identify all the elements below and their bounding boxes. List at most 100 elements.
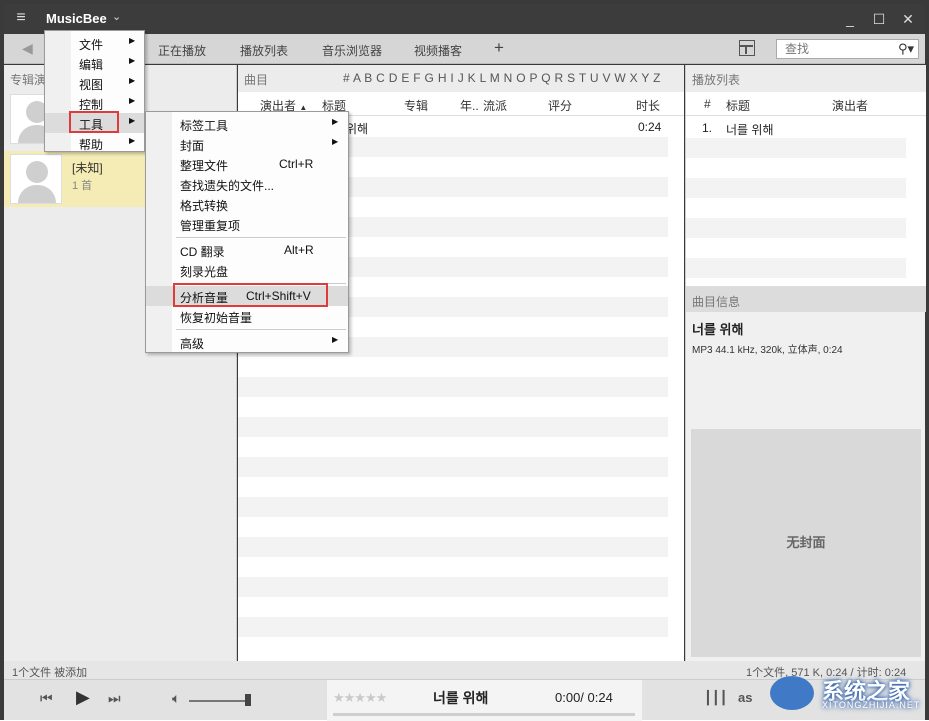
col-artist[interactable]: 演出者 <box>832 97 868 114</box>
menu-item-cover[interactable]: 封面 ▶ <box>146 134 348 154</box>
lastfm-icon[interactable]: as <box>738 690 752 705</box>
search-icon[interactable]: ⚲▾ <box>898 41 914 57</box>
col-title[interactable]: 标题 <box>726 97 750 114</box>
submenu-arrow-icon: ▶ <box>129 96 136 105</box>
col-album[interactable]: 专辑 <box>404 97 428 114</box>
menu-item-label: 格式转换 <box>180 199 229 213</box>
artist-panel-header: 专辑演 <box>10 73 47 87</box>
watermark-subtext: XITONGZHIJIA.NET <box>822 700 921 710</box>
playlist-header: 播放列表 <box>686 65 926 92</box>
row-stripe <box>238 497 668 517</box>
previous-icon[interactable]: ⏮ <box>40 690 53 707</box>
menu-item-label: 编辑 <box>79 58 104 72</box>
col-genre[interactable]: 流派 <box>483 97 507 114</box>
submenu-arrow-icon: ▶ <box>129 56 136 65</box>
submenu-arrow-icon: ▶ <box>129 76 136 85</box>
layout-icon[interactable] <box>739 40 755 56</box>
play-icon[interactable]: ▶ <box>76 687 90 708</box>
menu-item-view[interactable]: 视图 ▶ <box>45 73 144 93</box>
search-input[interactable] <box>777 40 887 58</box>
list-item[interactable]: 1. 너를 위해 <box>686 118 906 138</box>
highlight-box <box>173 283 328 307</box>
menu-item-label: 刻录光盘 <box>180 265 229 279</box>
playlist-panel: 播放列表 # 标题 演出者 1. 너를 위해 曲目信息 너를 위해 MP3 44… <box>685 65 926 661</box>
menu-item-cd-rip[interactable]: CD 翻录 Alt+R <box>146 240 348 260</box>
app-name-button[interactable]: MusicBee <box>46 11 107 26</box>
track-info-song: 너를 위해 <box>692 322 744 337</box>
tab-now-playing[interactable]: 正在播放 <box>158 42 206 59</box>
next-icon[interactable]: ⏭ <box>108 690 121 707</box>
menu-item-tag-tools[interactable]: 标签工具 ▶ <box>146 114 348 134</box>
menu-item-label: 文件 <box>79 38 104 52</box>
row-stripe <box>686 138 906 158</box>
equalizer-icon[interactable]: ┃┃┃ <box>704 690 727 706</box>
menu-item-organize-files[interactable]: 整理文件 Ctrl+R <box>146 154 348 174</box>
track-info-header: 曲目信息 <box>686 286 926 312</box>
menu-item-label: 封面 <box>180 139 205 153</box>
menu-item-manage-duplicates[interactable]: 管理重复项 <box>146 214 348 234</box>
col-number[interactable]: # <box>704 97 711 111</box>
now-playing-title: 너를 위해 <box>433 690 489 706</box>
add-tab-icon[interactable]: + <box>494 38 504 58</box>
menu-item-shortcut: Ctrl+R <box>279 157 314 171</box>
highlight-box <box>69 111 119 133</box>
menu-item-advanced[interactable]: 高级 ▶ <box>146 332 348 352</box>
col-duration[interactable]: 时长 <box>636 97 660 114</box>
menu-item-file[interactable]: 文件 ▶ <box>45 33 144 53</box>
track-info-title: 曲目信息 <box>692 295 741 309</box>
volume-icon[interactable]: 🔈︎ <box>172 690 180 707</box>
track-info-meta: MP3 44.1 kHz, 320k, 立体声, 0:24 <box>692 345 843 356</box>
menu-item-help[interactable]: 帮助 ▶ <box>45 133 144 153</box>
col-year[interactable]: 年.. <box>460 97 479 114</box>
menu-separator <box>176 237 346 238</box>
maximize-button[interactable]: ☐ <box>869 10 889 28</box>
watermark-house-icon <box>770 676 814 710</box>
row-stripe <box>238 577 668 597</box>
row-stripe <box>238 457 668 477</box>
menu-item-restore-volume[interactable]: 恢复初始音量 <box>146 306 348 326</box>
now-playing-box: ★★★★★ 너를 위해 0:00/ 0:24 <box>327 680 642 721</box>
artist-track-count: 1 首 <box>72 180 93 192</box>
search-box[interactable]: ⚲▾ <box>776 39 919 59</box>
menu-item-label: 帮助 <box>79 138 104 152</box>
close-button[interactable]: ✕ <box>898 10 918 28</box>
playlist-title: 播放列表 <box>692 73 741 87</box>
track-number: 1. <box>702 121 713 135</box>
status-left: 1个文件 被添加 <box>12 667 88 679</box>
artist-name: [未知] <box>72 161 103 175</box>
row-stripe <box>238 417 668 437</box>
menu-item-label: 高级 <box>180 337 205 351</box>
menu-item-edit[interactable]: 编辑 ▶ <box>45 53 144 73</box>
tab-playlists[interactable]: 播放列表 <box>240 42 288 59</box>
menu-item-label: 标签工具 <box>180 119 229 133</box>
minimize-button[interactable]: _ <box>840 10 860 28</box>
volume-slider[interactable] <box>189 700 251 702</box>
menu-item-shortcut: Alt+R <box>284 243 314 257</box>
submenu-arrow-icon: ▶ <box>129 36 136 45</box>
submenu-arrow-icon: ▶ <box>332 335 339 344</box>
rating-stars[interactable]: ★★★★★ <box>333 690 387 706</box>
menu-item-label: 查找遗失的文件... <box>180 179 275 193</box>
menu-item-burn-disc[interactable]: 刻录光盘 <box>146 260 348 280</box>
track-list-header: 曲目 # A B C D E F G H I J K L M N O P Q R… <box>238 65 684 92</box>
alphabet-filter[interactable]: # A B C D E F G H I J K L M N O P Q R S … <box>343 71 661 85</box>
col-rating[interactable]: 评分 <box>548 97 572 114</box>
volume-knob[interactable] <box>245 694 251 706</box>
tools-submenu: 标签工具 ▶ 封面 ▶ 整理文件 Ctrl+R 查找遗失的文件... 格式转换 管理重… <box>145 111 349 353</box>
menu-item-label: CD 翻录 <box>180 245 225 259</box>
progress-bar[interactable] <box>333 713 635 716</box>
playlist-column-header: # 标题 演出者 <box>686 92 926 116</box>
menu-item-control[interactable]: 控制 ▶ <box>45 93 144 113</box>
row-stripe <box>686 258 906 278</box>
tab-video-podcast[interactable]: 视频播客 <box>414 42 462 59</box>
menu-item-convert-format[interactable]: 格式转换 <box>146 194 348 214</box>
main-menu: 文件 ▶ 编辑 ▶ 视图 ▶ 控制 ▶ 工具 ▶ 帮助 ▶ <box>44 30 145 152</box>
tab-music-browser[interactable]: 音乐浏览器 <box>322 42 382 59</box>
chevron-down-icon[interactable]: ⌄ <box>112 10 121 23</box>
back-arrow-icon[interactable]: ◀ <box>22 40 33 57</box>
row-stripe <box>686 178 906 198</box>
hamburger-menu-icon[interactable]: ≡ <box>12 9 30 27</box>
menu-item-find-missing[interactable]: 查找遗失的文件... <box>146 174 348 194</box>
menu-separator <box>176 329 346 330</box>
artist-avatar <box>10 154 62 204</box>
